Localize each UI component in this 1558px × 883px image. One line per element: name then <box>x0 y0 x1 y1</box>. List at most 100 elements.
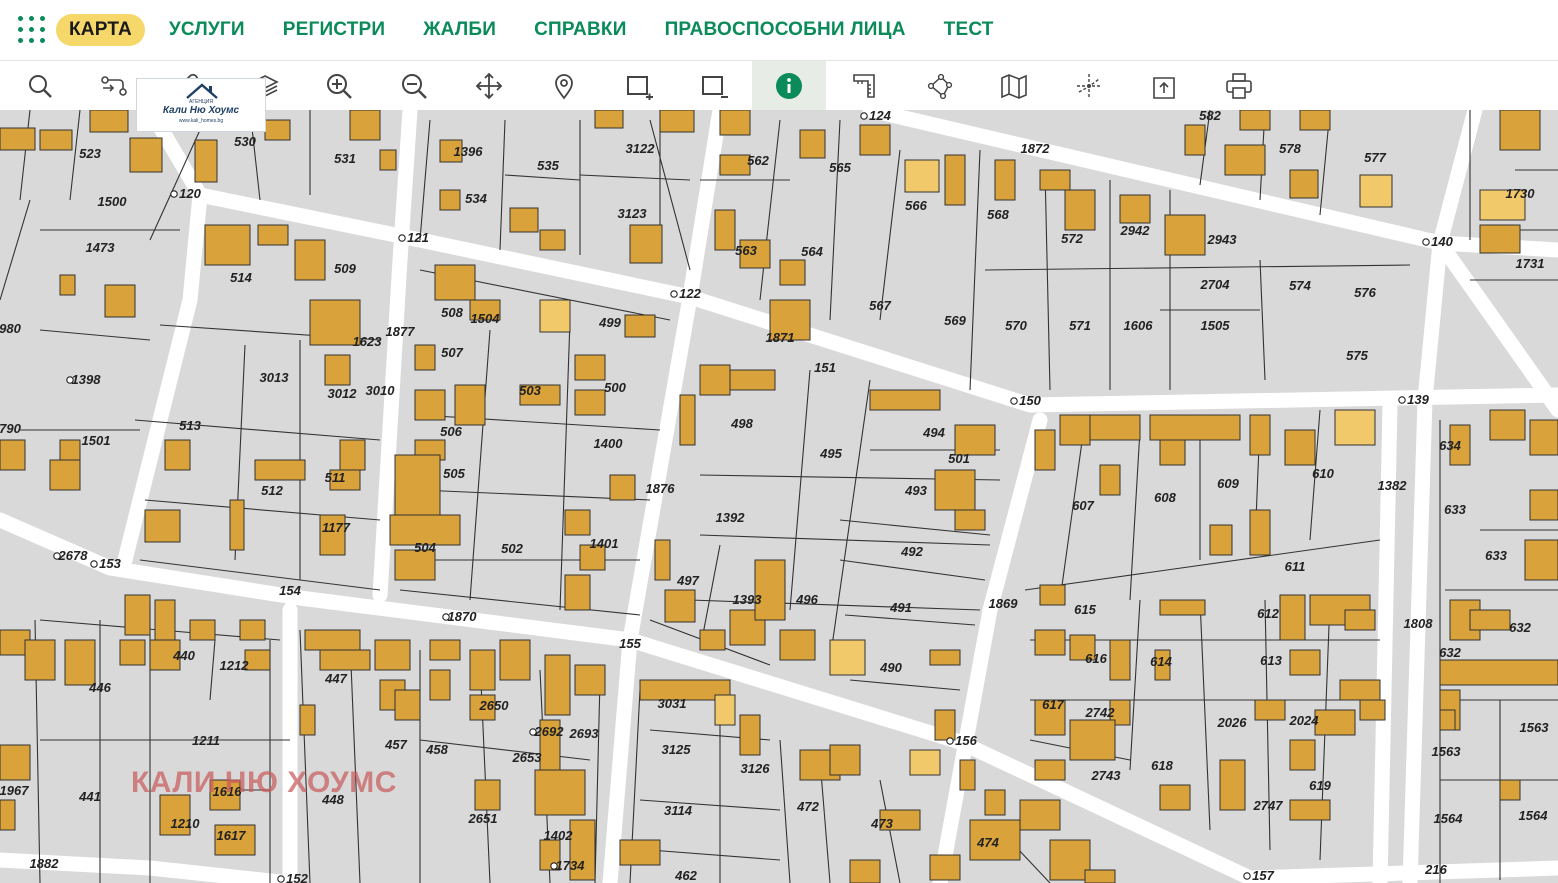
map-tool-button[interactable] <box>977 61 1051 111</box>
parcel-label: 2650 <box>479 698 510 713</box>
building <box>1289 739 1316 771</box>
parcel-label: 457 <box>384 737 407 752</box>
measure-tool-button[interactable] <box>827 61 901 111</box>
logo-name: Кали Ню Хоумс <box>162 105 240 116</box>
building <box>929 649 961 666</box>
building <box>539 299 571 333</box>
building <box>499 639 531 681</box>
building <box>339 439 366 471</box>
parcel-label: 575 <box>1346 348 1368 363</box>
building <box>729 369 776 391</box>
location-tool-button[interactable] <box>527 61 601 111</box>
parcel-label: 3126 <box>741 761 771 776</box>
nav-item-test[interactable]: ТЕСТ <box>944 19 994 41</box>
parcel-label: 619 <box>1309 778 1331 793</box>
building <box>1529 419 1558 456</box>
parcel-label: 150 <box>1019 393 1041 408</box>
parcel-label: 2743 <box>1091 768 1122 783</box>
zoom-in-tool-button[interactable] <box>302 61 376 111</box>
parcel-label: 1563 <box>1432 744 1462 759</box>
building <box>619 839 661 866</box>
building <box>49 459 81 491</box>
building <box>1344 609 1376 631</box>
select-remove-tool-button[interactable] <box>677 61 751 111</box>
parcel-label: 1392 <box>716 510 746 525</box>
building <box>1039 169 1071 191</box>
apps-grid-icon[interactable] <box>18 16 46 44</box>
building <box>229 499 245 551</box>
select-remove-icon <box>702 76 728 98</box>
select-add-icon <box>627 76 653 100</box>
building <box>664 589 696 623</box>
parcel-label: 494 <box>922 425 945 440</box>
pan-tool-button[interactable] <box>452 61 526 111</box>
parcel-label: 2026 <box>1217 715 1248 730</box>
parcel-label: 633 <box>1485 548 1507 563</box>
building <box>829 639 866 676</box>
export-tool-button[interactable] <box>1127 61 1201 111</box>
building <box>1119 194 1151 224</box>
building <box>0 799 16 831</box>
search-tool-button[interactable] <box>3 61 77 111</box>
building <box>909 749 941 776</box>
print-tool-button[interactable] <box>1202 61 1276 111</box>
parcel-label: 1564 <box>1519 808 1549 823</box>
nav-item-registri[interactable]: РЕГИСТРИ <box>283 19 386 41</box>
building <box>904 159 940 193</box>
parcel-label: 613 <box>1260 653 1282 668</box>
building <box>994 159 1016 201</box>
parcel-label: 1563 <box>1520 720 1550 735</box>
building <box>1159 439 1186 466</box>
parcel-label: 511 <box>325 470 346 485</box>
building <box>39 129 73 151</box>
building <box>189 619 216 641</box>
building <box>1439 709 1456 731</box>
building <box>1249 414 1271 456</box>
nav-item-karta[interactable]: КАРТА <box>56 14 145 46</box>
parcel-label: 497 <box>676 573 699 588</box>
polygon-tool-button[interactable] <box>902 61 976 111</box>
building <box>124 594 151 636</box>
parcel-label: 1504 <box>471 311 501 326</box>
select-add-tool-button[interactable] <box>602 61 676 111</box>
nav-item-uslugi[interactable]: УСЛУГИ <box>169 19 245 41</box>
nav-item-pravosposobni-litsa[interactable]: ПРАВОСПОСОБНИ ЛИЦА <box>665 19 906 41</box>
parcel-label: 567 <box>869 298 891 313</box>
building <box>1249 509 1271 556</box>
building <box>654 539 671 581</box>
building <box>934 469 976 511</box>
watermark-text: КАЛИ НЮ ХОУМС <box>131 766 397 799</box>
nav-item-spravki[interactable]: СПРАВКИ <box>534 19 626 41</box>
zoom-out-tool-button[interactable] <box>377 61 451 111</box>
building <box>394 454 441 516</box>
building <box>119 639 146 666</box>
building <box>659 110 695 133</box>
parcel-label: 1393 <box>733 592 763 607</box>
parcel-label: 1731 <box>1516 256 1545 271</box>
parcel-label: 1402 <box>544 828 574 843</box>
building <box>1239 110 1271 131</box>
parcel-label: 1623 <box>353 334 383 349</box>
building <box>304 629 361 651</box>
building <box>257 224 289 246</box>
building <box>194 139 218 183</box>
building <box>1184 124 1206 156</box>
parcel-label: 513 <box>179 418 201 433</box>
building <box>164 439 191 471</box>
building <box>0 127 36 151</box>
parcel-label: 509 <box>334 261 356 276</box>
building <box>564 509 591 536</box>
parcel-label: 1730 <box>1506 186 1536 201</box>
building <box>154 599 176 641</box>
building <box>1084 869 1116 883</box>
building <box>609 474 636 501</box>
building <box>799 129 826 159</box>
info-tool-button[interactable] <box>752 61 826 111</box>
building <box>1034 759 1066 781</box>
coordinates-tool-button[interactable] <box>1052 61 1126 111</box>
nav-item-zhalbi[interactable]: ЖАЛБИ <box>423 19 496 41</box>
parcel-label: 577 <box>1364 150 1386 165</box>
parcel-label: 3122 <box>626 141 656 156</box>
building <box>624 314 656 338</box>
location-pin-icon <box>555 74 573 100</box>
